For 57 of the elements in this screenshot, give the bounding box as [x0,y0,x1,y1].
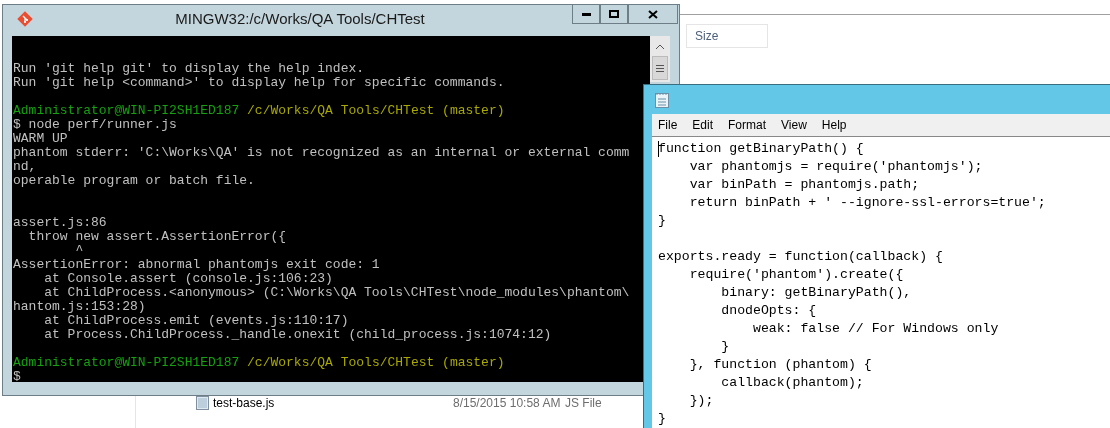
code-line: require('phantom').create({ [688,266,904,284]
maximize-button[interactable] [600,4,628,24]
output-line: AssertionError: abnormal phantomjs exit code: 1 [12,258,380,272]
code-line: var phantomjs = require('phantomjs'); [688,158,983,176]
output-line: phantom stderr: 'C:\Works\QA' is not recognized as an internal or external comm [12,146,630,160]
code-line: var binPath = phantomjs.path; [688,176,920,194]
code-line: } [720,338,730,356]
output-line: Run 'git help <command>' to display help for specific commands. [12,76,505,90]
menu-item[interactable]: View [781,116,807,134]
code-line: }); [688,392,714,410]
file-type: JS File [565,395,602,412]
menu-item[interactable]: Help [821,116,847,134]
output-line: ^ [74,244,84,258]
prompt-path: /c/Works/QA Tools/CHTest (master) [247,103,505,118]
git-logo-icon [17,11,33,27]
text-editor[interactable] [652,136,1110,428]
output-line: at Console.assert (console.js:106:23) [43,272,333,286]
file-icon [196,396,209,410]
output-line: throw new assert.AssertionError({ [27,230,287,244]
scrollbar[interactable] [650,36,670,82]
output-line: at ChildProcess.<anonymous> (C:\Works\QA Tools\CHTest\node_modules\phantom\ [43,286,630,300]
prompt-path: /c/Works/QA Tools/CHTest (master) [247,355,505,370]
scroll-up-icon[interactable] [655,44,666,50]
output-line: hantom.js:153:28) [12,300,146,314]
code-line: dnodeOpts: { [720,302,817,320]
file-date: 8/15/2015 10:58 AM [453,395,562,412]
menu-item[interactable]: Edit [692,116,714,134]
notepad-icon [655,91,669,108]
output-line: $ [12,370,21,382]
code-line: exports.ready = function(callback) { [658,248,943,266]
prompt-user: Administrator@WIN-PI2SH1ED187 [13,103,240,118]
output-line: WARM UP [12,132,68,146]
menu-item[interactable]: Format [728,116,767,134]
output-line: at Process.ChildProcess._handle.onexit (child_process.js:1074:12) [43,328,552,342]
code-line: } [658,212,666,230]
code-line: weak: false // For Windows only [751,320,999,338]
output-line: assert.js:86 [12,216,107,230]
code-line: binary: getBinaryPath(), [720,284,912,302]
file-name[interactable]: test-base.js [213,394,453,412]
minimize-button[interactable] [572,4,600,24]
code-line: function getBinaryPath() { [658,140,864,158]
window-title: MINGW32:/c/Works/QA Tools/CHTest [174,8,426,29]
column-header[interactable]: Size [686,24,768,48]
scroll-thumb[interactable] [652,56,669,80]
code-line: return binPath + ' --ignore-ssl-errors=true'; [688,194,1046,212]
output-line: Run 'git help git' to display the help index. [12,62,365,76]
code-line: } [658,410,666,428]
output-line: operable program or batch file. [12,174,255,188]
prompt-user: Administrator@WIN-PI2SH1ED187 [13,355,240,370]
output-line: at ChildProcess.emit (events.js:110:17) [43,314,349,328]
close-button[interactable] [628,4,678,24]
output-line: $ node perf/runner.js [12,118,177,132]
code-line: callback(phantom); [720,374,864,392]
menu-item[interactable]: File [658,116,678,134]
close-icon [648,9,658,19]
code-line: }, function (phantom) { [688,356,872,374]
output-line: nd, [12,160,37,174]
